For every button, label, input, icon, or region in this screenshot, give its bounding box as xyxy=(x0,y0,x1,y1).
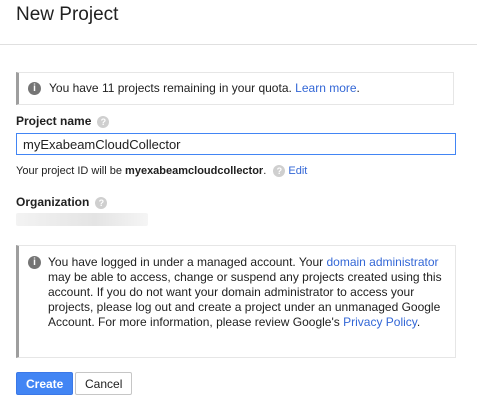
organization-value-redacted[interactable] xyxy=(16,213,148,226)
organization-label-text: Organization xyxy=(16,195,90,209)
project-name-label-text: Project name xyxy=(16,114,92,128)
domain-administrator-link[interactable]: domain administrator xyxy=(326,255,438,269)
organization-label: Organization? xyxy=(16,195,108,209)
managed-notice-text: You have logged in under a managed accou… xyxy=(48,255,453,330)
info-icon: i xyxy=(28,256,41,269)
managed-text-1: You have logged in under a managed accou… xyxy=(48,255,324,269)
project-name-label: Project name? xyxy=(16,114,110,128)
help-icon[interactable]: ? xyxy=(273,165,286,178)
dialog-header: New Project xyxy=(0,0,477,45)
help-icon[interactable]: ? xyxy=(97,115,110,128)
project-id-prefix: Your project ID will be xyxy=(16,165,122,177)
info-icon: i xyxy=(28,82,41,95)
project-id-line: Your project ID will be myexabeamcloudco… xyxy=(16,165,307,178)
quota-message: You have 11 projects remaining in your q… xyxy=(49,81,292,95)
dialog-title: New Project xyxy=(16,4,119,25)
project-name-input[interactable] xyxy=(16,133,456,155)
quota-notice-text: You have 11 projects remaining in your q… xyxy=(49,81,360,96)
edit-link[interactable]: Edit xyxy=(288,165,307,177)
help-icon[interactable]: ? xyxy=(95,196,108,209)
project-id-suffix: . xyxy=(263,165,267,177)
create-button[interactable]: Create xyxy=(16,372,74,395)
managed-text-3: . xyxy=(416,315,421,329)
managed-account-notice: i You have logged in under a managed acc… xyxy=(16,245,456,358)
quota-suffix: . xyxy=(356,81,360,95)
cancel-button[interactable]: Cancel xyxy=(75,372,133,395)
edit-project-id[interactable]: ? Edit xyxy=(273,165,307,178)
quota-notice: i You have 11 projects remaining in your… xyxy=(16,72,454,105)
project-id-value: myexabeamcloudcollector xyxy=(125,165,264,177)
privacy-policy-link[interactable]: Privacy Policy xyxy=(343,315,417,329)
learn-more-link[interactable]: Learn more xyxy=(295,81,356,95)
